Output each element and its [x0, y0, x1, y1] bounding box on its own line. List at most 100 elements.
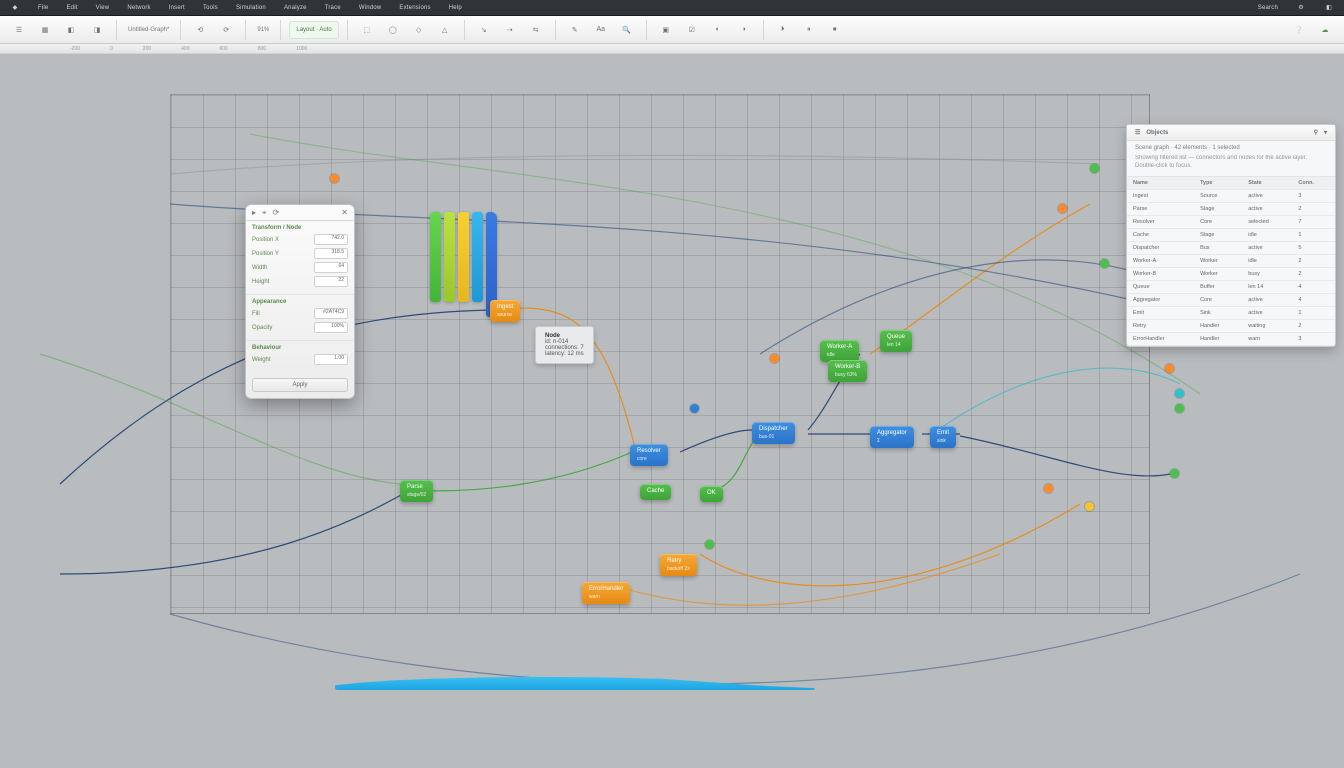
- properties-panel[interactable]: ▸ ⌖ ⟳ ✕ Transform / Node Position X742.0…: [245, 204, 355, 399]
- endpoint-dot[interactable]: [1058, 204, 1067, 213]
- pause-icon[interactable]: ⏸: [798, 19, 820, 41]
- pointer-icon[interactable]: ▸: [252, 208, 256, 217]
- bidir-arrow-icon[interactable]: ⇆: [525, 19, 547, 41]
- diamond-node-icon[interactable]: ◇: [408, 19, 430, 41]
- palette-bar-sky[interactable]: [472, 212, 483, 302]
- prop-input[interactable]: #2A74C9: [314, 308, 348, 319]
- table-row[interactable]: EmitSinkactive1: [1127, 307, 1335, 320]
- endpoint-dot[interactable]: [330, 174, 339, 183]
- graph-node[interactable]: ErrorHandlerwarn: [582, 582, 630, 604]
- endpoint-dot[interactable]: [1090, 164, 1099, 173]
- graph-node[interactable]: Retrybackoff 2s: [660, 554, 697, 576]
- table-row[interactable]: ResolverCoreselected7: [1127, 216, 1335, 229]
- close-icon[interactable]: ✕: [341, 208, 348, 217]
- table-row[interactable]: ParseStageactive2: [1127, 203, 1335, 216]
- graph-node[interactable]: Ingestsource: [490, 300, 520, 322]
- table-row[interactable]: QueueBufferlen 144: [1127, 281, 1335, 294]
- theme-b-icon[interactable]: ◑: [733, 19, 755, 41]
- menubar-search[interactable]: Search: [1258, 5, 1278, 11]
- endpoint-dot[interactable]: [1044, 484, 1053, 493]
- menu-extensions[interactable]: Extensions: [399, 5, 430, 11]
- table-row[interactable]: Worker-BWorkerbusy2: [1127, 268, 1335, 281]
- objects-panel[interactable]: ☰ Objects ⚲ ▾ Scene graph · 42 elements …: [1126, 124, 1336, 347]
- panel-left-icon[interactable]: ◧: [60, 19, 82, 41]
- graph-node[interactable]: Queuelen 14: [880, 330, 912, 352]
- graph-node[interactable]: Resolvercore: [630, 444, 668, 466]
- text-icon[interactable]: Aa: [590, 19, 612, 41]
- table-row[interactable]: IngestSourceactive3: [1127, 190, 1335, 203]
- connector-icon[interactable]: ↘: [473, 19, 495, 41]
- zoom-value[interactable]: 91%: [254, 27, 272, 33]
- timeline-wave[interactable]: [335, 674, 815, 690]
- table-row[interactable]: RetryHandlerwaiting2: [1127, 320, 1335, 333]
- menu-window[interactable]: Window: [359, 5, 382, 11]
- col-header[interactable]: Conn.: [1292, 177, 1335, 190]
- apply-button[interactable]: Apply: [252, 378, 348, 392]
- undo-icon[interactable]: ⟲: [189, 19, 211, 41]
- graph-node[interactable]: Emitsink: [930, 426, 956, 448]
- endpoint-dot[interactable]: [1175, 404, 1184, 413]
- graph-node[interactable]: AggregatorΣ: [870, 426, 914, 448]
- layout-chip[interactable]: Layout · Auto: [289, 21, 338, 39]
- filter-icon[interactable]: ⚲: [1314, 129, 1318, 136]
- palette-bars[interactable]: ◦: [430, 212, 497, 317]
- graph-node[interactable]: Parsestage/02: [400, 480, 433, 502]
- graph-node[interactable]: Worker-Aidle: [820, 340, 859, 362]
- pencil-icon[interactable]: ✎: [564, 19, 586, 41]
- menu-tools[interactable]: Tools: [203, 5, 218, 11]
- collapse-icon[interactable]: ▾: [1324, 129, 1327, 136]
- endpoint-dot[interactable]: [1175, 389, 1184, 398]
- graph-node[interactable]: OK: [700, 486, 723, 502]
- panel-right-icon[interactable]: ◨: [86, 19, 108, 41]
- prop-input[interactable]: 318.5: [314, 248, 348, 259]
- menu-trace[interactable]: Trace: [325, 5, 341, 11]
- properties-titlebar[interactable]: ▸ ⌖ ⟳ ✕: [246, 205, 354, 221]
- menu-icon[interactable]: ☰: [8, 19, 30, 41]
- grid-icon[interactable]: ▦: [34, 19, 56, 41]
- triangle-node-icon[interactable]: △: [434, 19, 456, 41]
- stop-icon[interactable]: ⏹: [824, 19, 846, 41]
- prop-input[interactable]: 22: [314, 276, 348, 287]
- endpoint-dot[interactable]: [1165, 364, 1174, 373]
- play-icon[interactable]: ⏵: [772, 19, 794, 41]
- snap-icon[interactable]: ▣: [655, 19, 677, 41]
- redo-icon[interactable]: ⟳: [215, 19, 237, 41]
- menu-edit[interactable]: Edit: [66, 5, 77, 11]
- arrow-icon[interactable]: ⇢: [499, 19, 521, 41]
- col-header[interactable]: State: [1242, 177, 1292, 190]
- graph-node[interactable]: Worker-Bbusy 63%: [828, 360, 867, 382]
- pin-icon[interactable]: ⌖: [262, 208, 267, 218]
- endpoint-dot[interactable]: [690, 404, 699, 413]
- table-row[interactable]: Worker-AWorkeridle2: [1127, 255, 1335, 268]
- endpoint-dot[interactable]: [1170, 469, 1179, 478]
- menu-file[interactable]: File: [38, 5, 48, 11]
- menu-analyze[interactable]: Analyze: [284, 5, 307, 11]
- prop-input[interactable]: 1.00: [314, 354, 348, 365]
- graph-node[interactable]: Dispatcherbus-01: [752, 422, 795, 444]
- endpoint-dot[interactable]: [1100, 259, 1109, 268]
- cloud-icon[interactable]: ☁: [1314, 19, 1336, 41]
- table-row[interactable]: ErrorHandlerHandlerwarn3: [1127, 333, 1335, 346]
- theme-a-icon[interactable]: ◐: [707, 19, 729, 41]
- help-icon[interactable]: ❔: [1288, 19, 1310, 41]
- menu-view[interactable]: View: [96, 5, 110, 11]
- col-header[interactable]: Name: [1127, 177, 1194, 190]
- table-row[interactable]: CacheStageidle1: [1127, 229, 1335, 242]
- settings-icon[interactable]: ⚙: [1296, 4, 1306, 11]
- prop-input[interactable]: 742.0: [314, 234, 348, 245]
- canvas[interactable]: ◦ Node id: n-014 connections: 7 latency:…: [0, 54, 1344, 768]
- table-row[interactable]: AggregatorCoreactive4: [1127, 294, 1335, 307]
- table-row[interactable]: DispatcherBusactive5: [1127, 242, 1335, 255]
- refresh-icon[interactable]: ⟳: [273, 208, 280, 217]
- rect-node-icon[interactable]: ⬚: [356, 19, 378, 41]
- palette-bar-yellow[interactable]: [458, 212, 469, 302]
- prop-input[interactable]: 64: [314, 262, 348, 273]
- menu-simulation[interactable]: Simulation: [236, 5, 266, 11]
- palette-bar-lime[interactable]: [444, 212, 455, 302]
- search-icon[interactable]: 🔍: [616, 19, 638, 41]
- col-header[interactable]: Type: [1194, 177, 1242, 190]
- menu-help[interactable]: Help: [449, 5, 462, 11]
- check-icon[interactable]: ☑: [681, 19, 703, 41]
- palette-bar-green[interactable]: [430, 212, 441, 302]
- menu-network[interactable]: Network: [127, 5, 150, 11]
